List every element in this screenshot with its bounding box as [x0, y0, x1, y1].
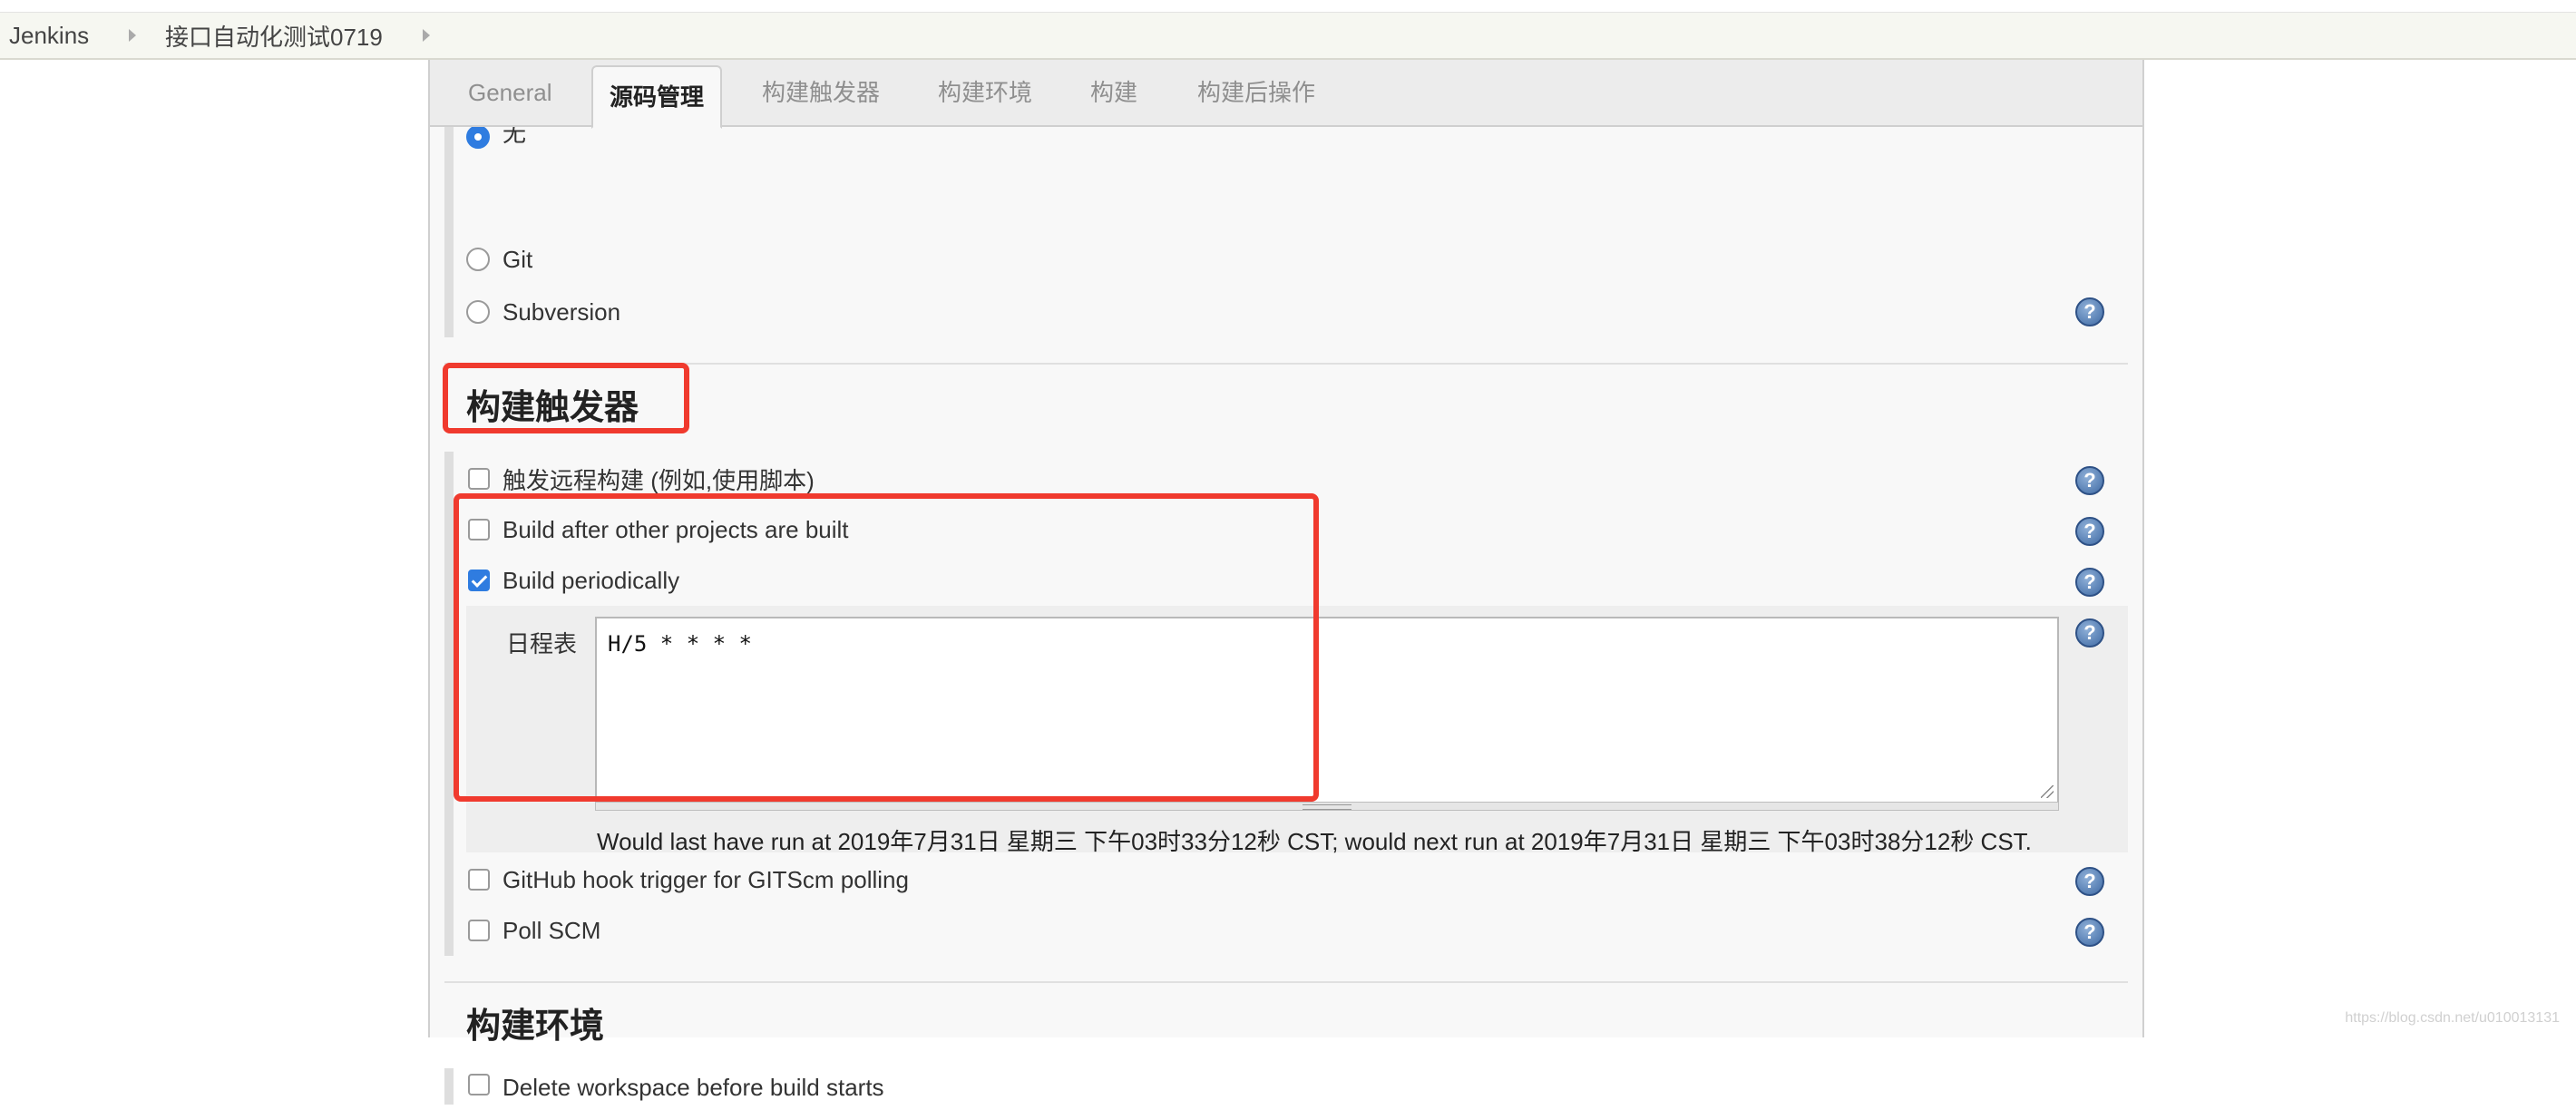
trigger-label: GitHub hook trigger for GITScm polling	[503, 865, 909, 893]
radio-subversion[interactable]	[466, 300, 490, 324]
help-icon[interactable]: ?	[2075, 568, 2104, 597]
tab-general[interactable]: General	[468, 60, 552, 125]
checkbox-remote-trigger[interactable]	[468, 468, 490, 490]
tab-build-triggers[interactable]: 构建触发器	[762, 60, 880, 125]
annotation-highlight-schedule	[454, 493, 1319, 802]
section-bar	[444, 1068, 454, 1105]
help-icon[interactable]: ?	[2075, 297, 2104, 326]
tab-post-build[interactable]: 构建后操作	[1197, 60, 1315, 125]
radio-git[interactable]	[466, 248, 490, 271]
radio-none[interactable]	[466, 127, 490, 149]
section-title-build-environment: 构建环境	[466, 1008, 605, 1046]
scm-option-label: Subversion	[503, 297, 621, 326]
checkbox-github-hook[interactable]	[468, 869, 490, 891]
scm-option-git[interactable]: Git	[466, 241, 532, 278]
watermark: https://blog.csdn.net/u010013131	[2345, 1010, 2560, 1026]
scm-option-subversion[interactable]: Subversion	[466, 294, 620, 330]
config-tabbar: General 源码管理 构建触发器 构建环境 构建 构建后操作	[430, 60, 2142, 129]
section-bar	[444, 452, 454, 956]
checkbox-poll-scm[interactable]	[468, 920, 490, 941]
tab-build[interactable]: 构建	[1090, 60, 1137, 125]
env-label: Delete workspace before build starts	[503, 1074, 884, 1101]
trigger-poll-scm[interactable]: Poll SCM	[468, 912, 600, 949]
section-divider	[444, 981, 2128, 983]
scm-option-label: 无	[503, 127, 527, 147]
env-delete-workspace[interactable]: Delete workspace before build starts	[468, 1074, 884, 1110]
trigger-label: Poll SCM	[503, 916, 601, 944]
trigger-github-hook[interactable]: GitHub hook trigger for GITScm polling	[468, 862, 909, 898]
browser-top-strip	[0, 0, 2576, 13]
breadcrumb: Jenkins 接口自动化测试0719	[0, 13, 2576, 60]
config-panel: General 源码管理 构建触发器 构建环境 构建 构建后操作 无 Git S…	[428, 60, 2144, 1105]
textarea-resize-handle[interactable]	[595, 802, 2059, 811]
chevron-right-icon[interactable]	[423, 29, 430, 42]
help-icon[interactable]: ?	[2075, 618, 2104, 648]
help-icon[interactable]: ?	[2075, 466, 2104, 495]
scm-option-label: Git	[503, 245, 533, 273]
schedule-run-info: Would last have run at 2019年7月31日 星期三 下午…	[597, 828, 2032, 855]
checkbox-delete-workspace[interactable]	[468, 1074, 490, 1095]
tab-source-management[interactable]: 源码管理	[591, 65, 722, 129]
scm-option-none[interactable]: 无	[466, 127, 526, 149]
help-icon[interactable]: ?	[2075, 867, 2104, 896]
breadcrumb-job[interactable]: 接口自动化测试0719	[165, 19, 383, 53]
trigger-remote[interactable]: 触发远程构建 (例如,使用脚本)	[468, 461, 815, 497]
resize-grip-icon[interactable]	[2041, 785, 2054, 798]
trigger-label: 触发远程构建 (例如,使用脚本)	[503, 466, 815, 494]
breadcrumb-jenkins[interactable]: Jenkins	[9, 22, 89, 50]
help-icon[interactable]: ?	[2075, 517, 2104, 546]
annotation-highlight-title	[443, 363, 689, 433]
section-divider	[444, 363, 2128, 365]
chevron-right-icon[interactable]	[129, 29, 136, 42]
tab-build-environment[interactable]: 构建环境	[938, 60, 1032, 125]
help-icon[interactable]: ?	[2075, 918, 2104, 947]
section-bar	[444, 127, 454, 337]
